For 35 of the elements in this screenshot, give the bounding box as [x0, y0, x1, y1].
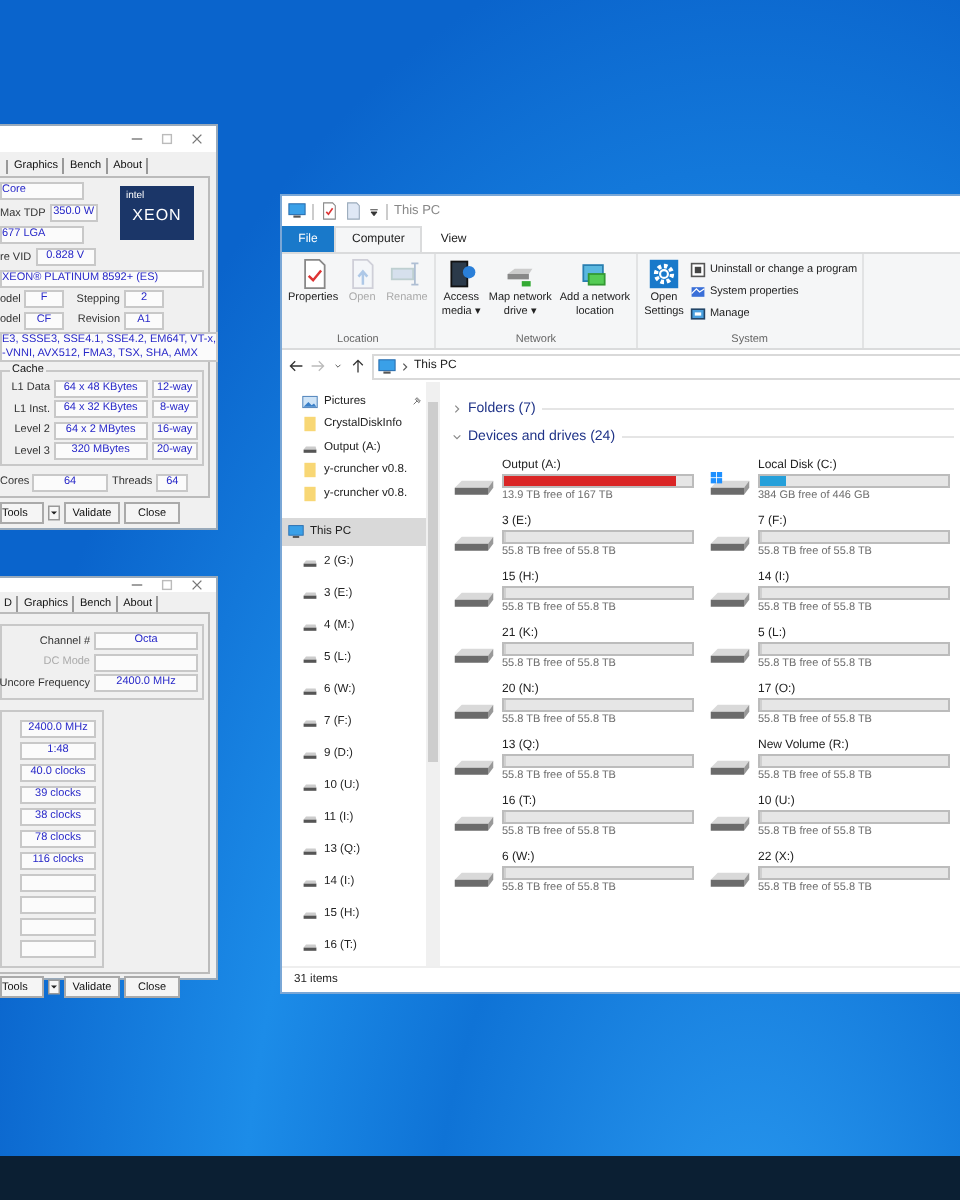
timing-field [20, 874, 96, 892]
scroll-thumb[interactable] [428, 402, 438, 762]
program-icon [689, 261, 706, 277]
chevron-right-icon[interactable] [452, 403, 462, 413]
caret-icon[interactable] [368, 205, 380, 217]
dc-mode-field [94, 653, 198, 671]
network-location-icon [578, 258, 611, 290]
rename-icon [390, 258, 423, 290]
computer-icon [378, 357, 396, 375]
timing-field [20, 940, 96, 958]
checked-page-icon[interactable] [320, 202, 338, 220]
back-arrow-icon[interactable] [288, 358, 304, 374]
chevron-right-icon [400, 361, 410, 371]
manage-icon [689, 305, 706, 321]
close-icon[interactable] [190, 578, 204, 592]
dropdown-icon[interactable] [48, 978, 60, 996]
pin-icon[interactable] [412, 396, 422, 407]
chevron-down-icon[interactable] [332, 360, 344, 372]
scrollbar[interactable] [426, 382, 440, 966]
folder-icon [302, 416, 318, 433]
minimize-icon[interactable] [130, 578, 144, 592]
close-icon[interactable] [190, 132, 204, 146]
computer-icon [288, 523, 304, 539]
system-properties-icon [689, 283, 706, 299]
pictures-icon [302, 393, 318, 410]
timing-field [20, 918, 96, 936]
media-device-icon [445, 258, 478, 290]
chevron-down-icon[interactable] [452, 431, 462, 441]
computer-icon [288, 202, 306, 220]
minimize-icon[interactable] [130, 132, 144, 146]
settings-icon [648, 258, 680, 290]
timing-field [20, 896, 96, 914]
dropdown-icon[interactable] [48, 504, 60, 522]
system-drive-icon[interactable] [708, 472, 752, 500]
up-arrow-icon[interactable] [350, 358, 366, 374]
